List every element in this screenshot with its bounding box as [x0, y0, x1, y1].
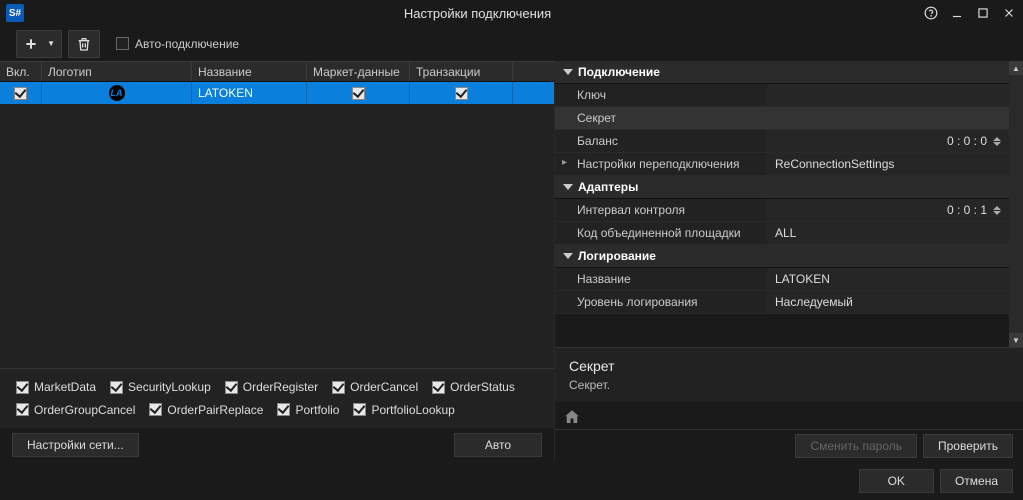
- check-icon: [277, 403, 290, 416]
- check-button[interactable]: Проверить: [923, 434, 1013, 458]
- prop-balance[interactable]: Баланс0 : 0 : 0: [555, 130, 1009, 153]
- feature-checkbox[interactable]: OrderCancel: [332, 379, 418, 396]
- app-icon: S#: [6, 4, 24, 22]
- change-password-button[interactable]: Сменить пароль: [795, 434, 917, 458]
- col-name[interactable]: Название: [192, 62, 307, 81]
- transactions-checkbox[interactable]: [455, 87, 468, 100]
- auto-button[interactable]: Авто: [454, 433, 542, 457]
- col-enabled[interactable]: Вкл.: [0, 62, 42, 81]
- scrollbar[interactable]: ▲ ▼: [1009, 61, 1023, 347]
- feature-checkbox[interactable]: SecurityLookup: [110, 379, 211, 396]
- close-button[interactable]: [1001, 5, 1017, 21]
- prop-board-code[interactable]: Код объединенной площадкиALL: [555, 222, 1009, 245]
- prop-key[interactable]: Ключ: [555, 84, 1009, 107]
- check-icon: [149, 403, 162, 416]
- col-transactions[interactable]: Транзакции: [410, 62, 513, 81]
- check-icon: [432, 381, 445, 394]
- grid-row[interactable]: LA LATOKEN: [0, 82, 554, 104]
- category-logging[interactable]: Логирование: [555, 245, 1009, 268]
- feature-checkbox[interactable]: Portfolio: [277, 402, 339, 419]
- prop-reconnect[interactable]: Настройки переподключенияReConnectionSet…: [555, 153, 1009, 176]
- prop-log-level[interactable]: Уровень логированияНаследуемый: [555, 291, 1009, 314]
- home-icon[interactable]: [563, 408, 581, 426]
- check-icon: [225, 381, 238, 394]
- desc-text: Секрет.: [569, 378, 1009, 392]
- auto-connect-checkbox[interactable]: Авто-подключение: [116, 37, 239, 51]
- category-adapters[interactable]: Адаптеры: [555, 176, 1009, 199]
- help-icon[interactable]: [923, 5, 939, 21]
- minimize-button[interactable]: [949, 5, 965, 21]
- network-settings-button[interactable]: Настройки сети...: [12, 433, 139, 457]
- prop-log-name[interactable]: НазваниеLATOKEN: [555, 268, 1009, 291]
- prop-secret[interactable]: Секрет: [555, 107, 1009, 130]
- feature-checkbox[interactable]: MarketData: [16, 379, 96, 396]
- check-icon: [110, 381, 123, 394]
- maximize-button[interactable]: [975, 5, 991, 21]
- add-button[interactable]: ▼: [16, 30, 62, 58]
- delete-button[interactable]: [68, 30, 100, 58]
- feature-checkbox[interactable]: PortfolioLookup: [353, 402, 454, 419]
- cancel-button[interactable]: Отмена: [940, 469, 1013, 493]
- check-icon: [16, 403, 29, 416]
- feature-checkbox[interactable]: OrderRegister: [225, 379, 318, 396]
- check-icon: [332, 381, 345, 394]
- auto-connect-label: Авто-подключение: [135, 37, 239, 51]
- feature-checkbox[interactable]: OrderGroupCancel: [16, 402, 135, 419]
- col-logo[interactable]: Логотип: [42, 62, 192, 81]
- check-icon: [353, 403, 366, 416]
- market-data-checkbox[interactable]: [352, 87, 365, 100]
- desc-title: Секрет: [569, 358, 1009, 374]
- category-connection[interactable]: Подключение: [555, 61, 1009, 84]
- window-title: Настройки подключения: [32, 6, 923, 21]
- ok-button[interactable]: OK: [859, 469, 934, 493]
- enabled-checkbox[interactable]: [14, 87, 27, 100]
- features-panel: MarketData SecurityLookup OrderRegister Ord…: [0, 368, 554, 428]
- row-name: LATOKEN: [192, 82, 307, 104]
- feature-checkbox[interactable]: OrderStatus: [432, 379, 515, 396]
- grid-header: Вкл. Логотип Название Маркет-данные Тран…: [0, 61, 554, 82]
- spinner-icon[interactable]: [993, 206, 1001, 215]
- scroll-up-icon[interactable]: ▲: [1009, 61, 1023, 75]
- check-icon: [16, 381, 29, 394]
- latoken-logo-icon: LA: [107, 83, 127, 103]
- prop-control-interval[interactable]: Интервал контроля0 : 0 : 1: [555, 199, 1009, 222]
- chevron-down-icon: ▼: [47, 39, 55, 48]
- col-market-data[interactable]: Маркет-данные: [307, 62, 410, 81]
- feature-checkbox[interactable]: OrderPairReplace: [149, 402, 263, 419]
- scroll-down-icon[interactable]: ▼: [1009, 333, 1023, 347]
- description-panel: Секрет Секрет.: [555, 347, 1023, 402]
- spinner-icon[interactable]: [993, 137, 1001, 146]
